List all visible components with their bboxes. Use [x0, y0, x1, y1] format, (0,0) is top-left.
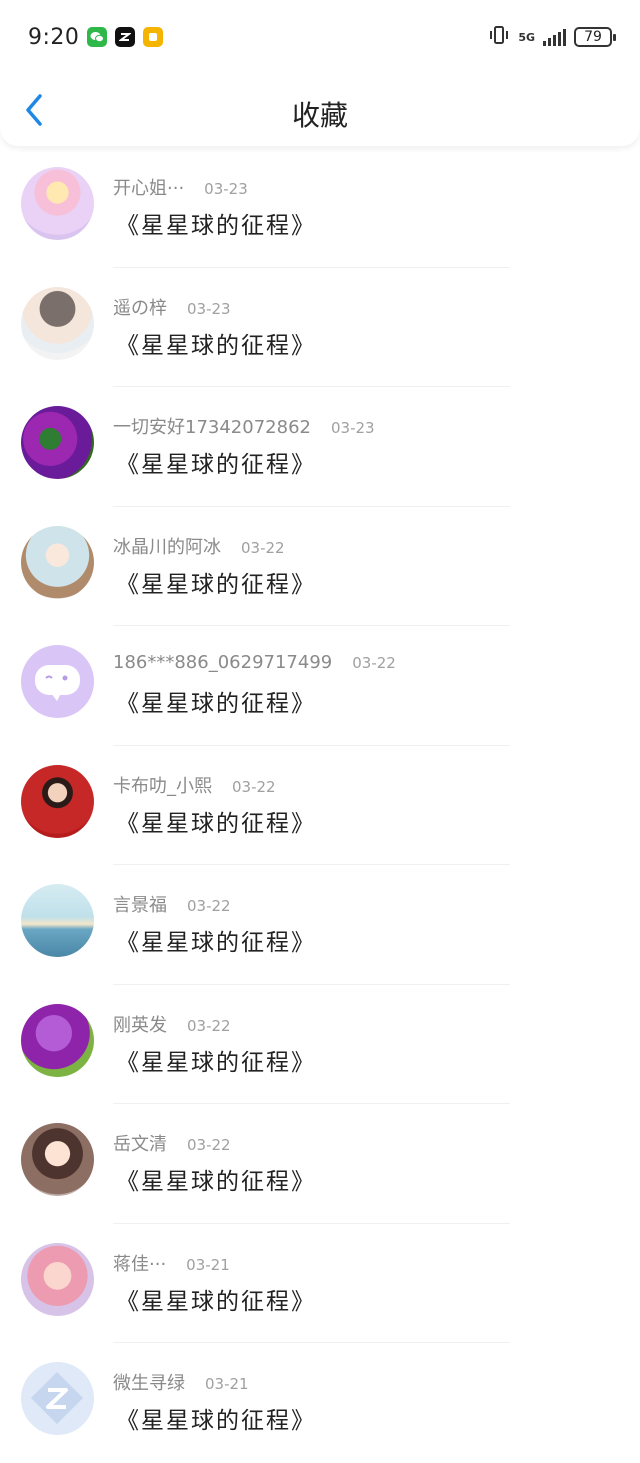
clock: 9:20 [28, 24, 80, 50]
work-title[interactable]: 《星星球的征程》 [116, 804, 316, 838]
list-item[interactable]: 一切安好17342072862 03-23 《星星球的征程》 [0, 387, 640, 507]
avatar[interactable] [21, 1242, 94, 1316]
status-left: 9:20 [28, 24, 164, 50]
chat-bubble-icon [35, 665, 80, 701]
avatar[interactable] [21, 406, 94, 479]
avatar[interactable] [21, 1123, 94, 1196]
user-name[interactable]: 一切安好17342072862 [113, 413, 311, 439]
signal-icon [543, 28, 566, 46]
date: 03-22 [187, 1016, 231, 1035]
list-item[interactable]: 冰晶川的阿冰 03-22 《星星球的征程》 [0, 507, 640, 626]
date: 03-22 [352, 654, 396, 672]
user-name[interactable]: 开心姐··· [113, 174, 184, 200]
status-bar: 9:20 5G 79 [0, 0, 640, 74]
battery-icon: 79 [574, 27, 616, 47]
wechat-icon [87, 27, 108, 47]
user-name[interactable]: 刚英发 [113, 1011, 167, 1037]
avatar[interactable] [21, 525, 94, 599]
work-title[interactable]: 《星星球的征程》 [116, 206, 316, 240]
date: 03-22 [232, 777, 276, 796]
notes-icon [143, 27, 164, 47]
avatar[interactable] [21, 645, 94, 718]
capcut-icon [115, 27, 136, 47]
list-item[interactable]: 言景福 03-22 《星星球的征程》 [0, 865, 640, 985]
list-item[interactable]: 岳文清 03-22 《星星球的征程》 [0, 1104, 640, 1224]
date: 03-22 [241, 538, 285, 557]
list-item[interactable]: 微生寻绿 03-21 《星星球的征程》 [0, 1343, 640, 1463]
date: 03-22 [187, 897, 231, 915]
work-title[interactable]: 《星星球的征程》 [116, 326, 316, 360]
work-title[interactable]: 《星星球的征程》 [116, 1043, 316, 1077]
user-name[interactable]: 遥の梓 [113, 294, 167, 320]
list-item[interactable]: 蒋佳··· 03-21 《星星球的征程》 [0, 1224, 640, 1343]
avatar[interactable] [21, 167, 94, 240]
list-item[interactable]: 刚英发 03-22 《星星球的征程》 [0, 985, 640, 1104]
work-title[interactable]: 《星星球的征程》 [116, 684, 316, 718]
date: 03-22 [187, 1136, 231, 1154]
z-logo-icon [31, 1372, 83, 1424]
network-label: 5G [518, 30, 535, 44]
avatar[interactable] [21, 286, 94, 360]
date: 03-23 [204, 180, 248, 198]
list-item[interactable]: 遥の梓 03-23 《星星球的征程》 [0, 268, 640, 387]
user-name[interactable]: 蒋佳··· [113, 1250, 166, 1276]
status-right: 5G 79 [488, 25, 616, 49]
work-title[interactable]: 《星星球的征程》 [116, 565, 316, 599]
user-name[interactable]: 186***886_0629717499 [113, 652, 332, 673]
favorites-list: 开心姐··· 03-23 《星星球的征程》 遥の梓 03-23 《星星球的征程》 一… [0, 148, 640, 1463]
work-title[interactable]: 《星星球的征程》 [116, 923, 316, 957]
work-title[interactable]: 《星星球的征程》 [116, 1162, 316, 1196]
user-name[interactable]: 卡布叻_小熙 [113, 772, 212, 798]
list-item[interactable]: 卡布叻_小熙 03-22 《星星球的征程》 [0, 746, 640, 865]
list-item[interactable]: 186***886_0629717499 03-22 《星星球的征程》 [0, 626, 640, 746]
list-item[interactable]: 开心姐··· 03-23 《星星球的征程》 [0, 148, 640, 268]
avatar[interactable] [21, 764, 94, 838]
page-title: 收藏 [291, 99, 348, 132]
date: 03-21 [186, 1255, 230, 1274]
work-title[interactable]: 《星星球的征程》 [116, 1282, 316, 1316]
battery-level: 79 [584, 29, 602, 45]
avatar[interactable] [21, 1362, 94, 1435]
user-name[interactable]: 岳文清 [113, 1130, 167, 1156]
date: 03-21 [205, 1375, 249, 1393]
user-name[interactable]: 冰晶川的阿冰 [113, 533, 221, 559]
avatar[interactable] [21, 884, 94, 957]
work-title[interactable]: 《星星球的征程》 [116, 445, 316, 479]
vibrate-icon [488, 25, 510, 49]
avatar[interactable] [21, 1003, 94, 1077]
date: 03-23 [330, 419, 375, 437]
user-name[interactable]: 微生寻绿 [113, 1369, 185, 1395]
nav-header: 收藏 [0, 74, 640, 146]
work-title[interactable]: 《星星球的征程》 [116, 1401, 316, 1435]
date: 03-23 [187, 299, 231, 318]
user-name[interactable]: 言景福 [113, 891, 167, 917]
